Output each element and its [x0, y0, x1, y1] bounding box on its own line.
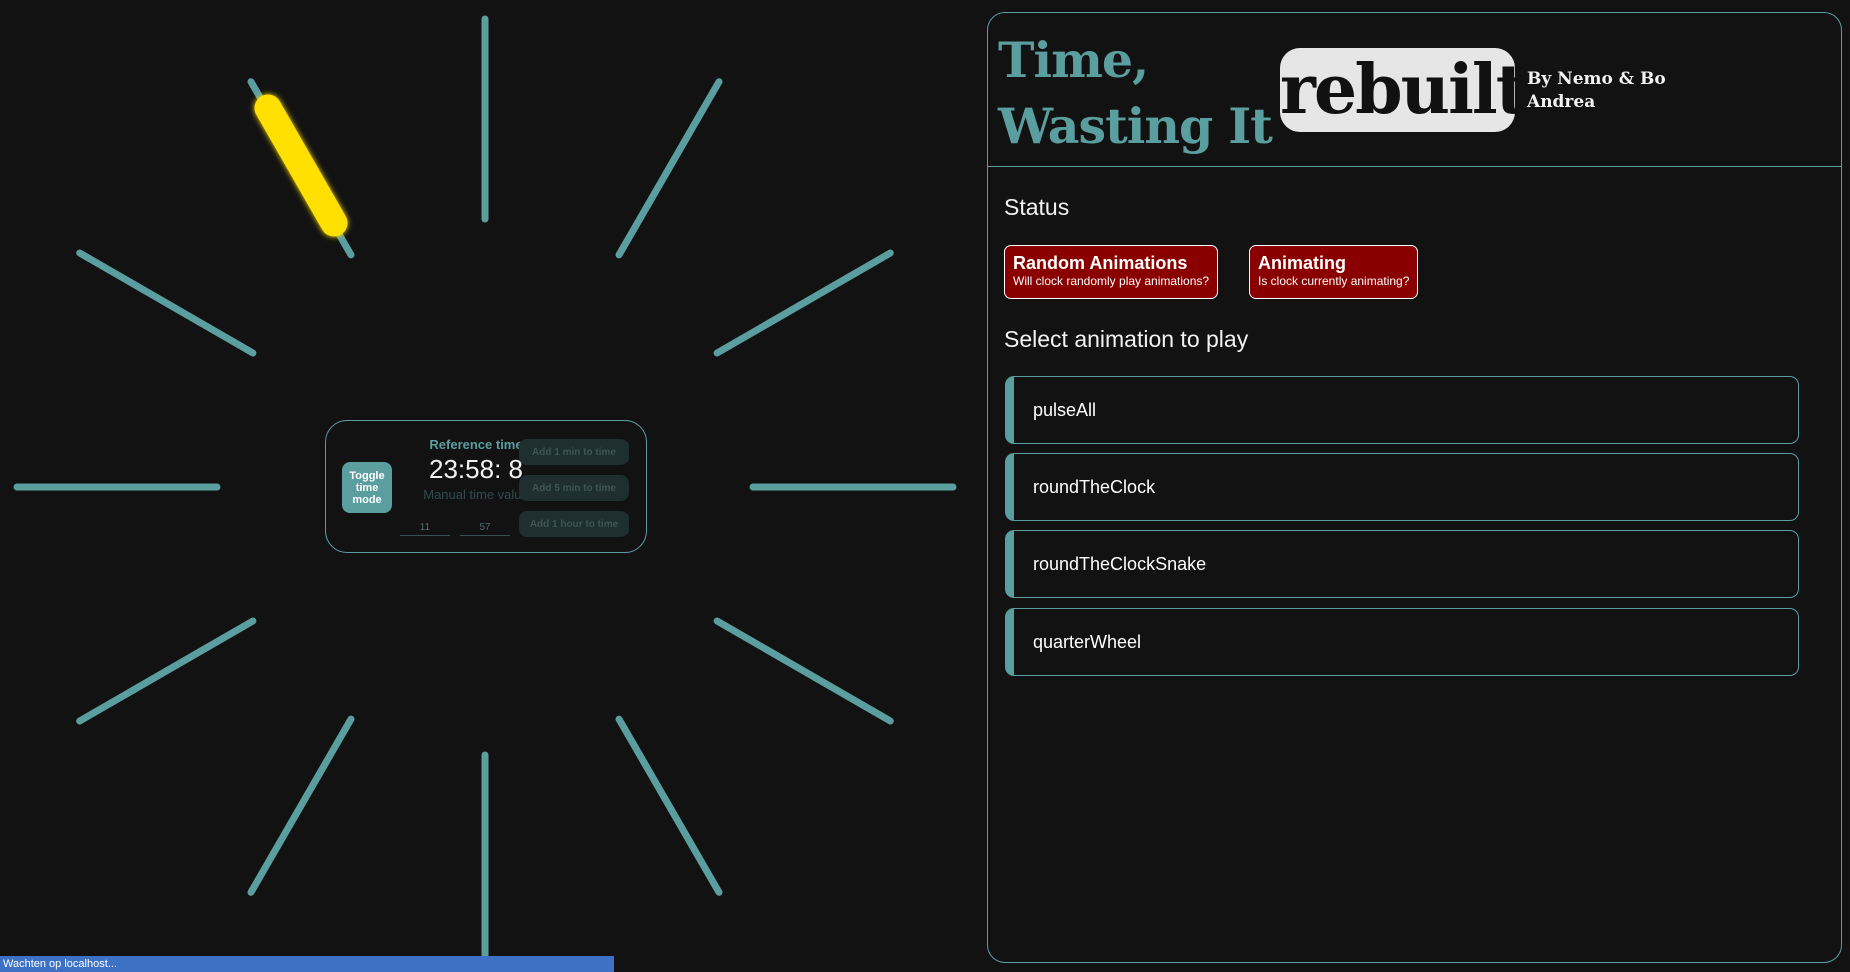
clock-tick-8 [76, 617, 257, 725]
author-credit: By Nemo & Bo Andrea [1527, 69, 1666, 112]
animation-button-pulseall[interactable]: pulseAll [1005, 376, 1799, 444]
manual-hour-input[interactable] [400, 520, 450, 536]
add-1-min-button[interactable]: Add 1 min to time [519, 439, 629, 465]
manual-minute-input[interactable] [460, 520, 510, 536]
time-control-panel: Toggle time mode Reference time 23:58: 8… [325, 420, 647, 553]
control-sidebar: Time, Wasting It rebuilt By Nemo & Bo An… [987, 12, 1842, 963]
add-5-min-button[interactable]: Add 5 min to time [519, 475, 629, 501]
status-badge-random-animations: Random Animations Will clock randomly pl… [1004, 245, 1219, 299]
clock-tick-5 [615, 715, 723, 896]
animation-button-roundtheclock[interactable]: roundTheClock [1005, 453, 1799, 521]
status-badge-title: Animating [1258, 253, 1346, 273]
clock-tick-1 [615, 78, 723, 259]
clock-tick-7 [247, 715, 355, 896]
browser-status-bar: Wachten op localhost... [0, 956, 614, 972]
rebuilt-badge: rebuilt [1280, 48, 1527, 132]
app-title: Time, Wasting It [998, 31, 1273, 155]
clock-highlight-marker [254, 94, 348, 237]
status-badge-subtitle: Is clock currently animating? [1258, 274, 1410, 288]
status-heading: Status [1004, 194, 1070, 220]
status-badge-animating: Animating Is clock currently animating? [1249, 245, 1419, 299]
toggle-time-mode-button[interactable]: Toggle time mode [342, 462, 392, 513]
app-header: Time, Wasting It rebuilt By Nemo & Bo An… [988, 13, 1841, 167]
clock-area: Toggle time mode Reference time 23:58: 8… [0, 0, 970, 972]
clock-tick-4 [713, 617, 894, 725]
clock-tick-2 [713, 249, 894, 357]
clock-tick-10 [76, 249, 257, 357]
add-1-hour-button[interactable]: Add 1 hour to time [519, 511, 629, 537]
animation-button-roundtheclocksnake[interactable]: roundTheClockSnake [1005, 530, 1799, 598]
status-badge-subtitle: Will clock randomly play animations? [1013, 274, 1210, 288]
animation-button-quarterwheel[interactable]: quarterWheel [1005, 608, 1799, 676]
status-badge-title: Random Animations [1013, 253, 1188, 273]
animation-select-heading: Select animation to play [1004, 326, 1249, 352]
